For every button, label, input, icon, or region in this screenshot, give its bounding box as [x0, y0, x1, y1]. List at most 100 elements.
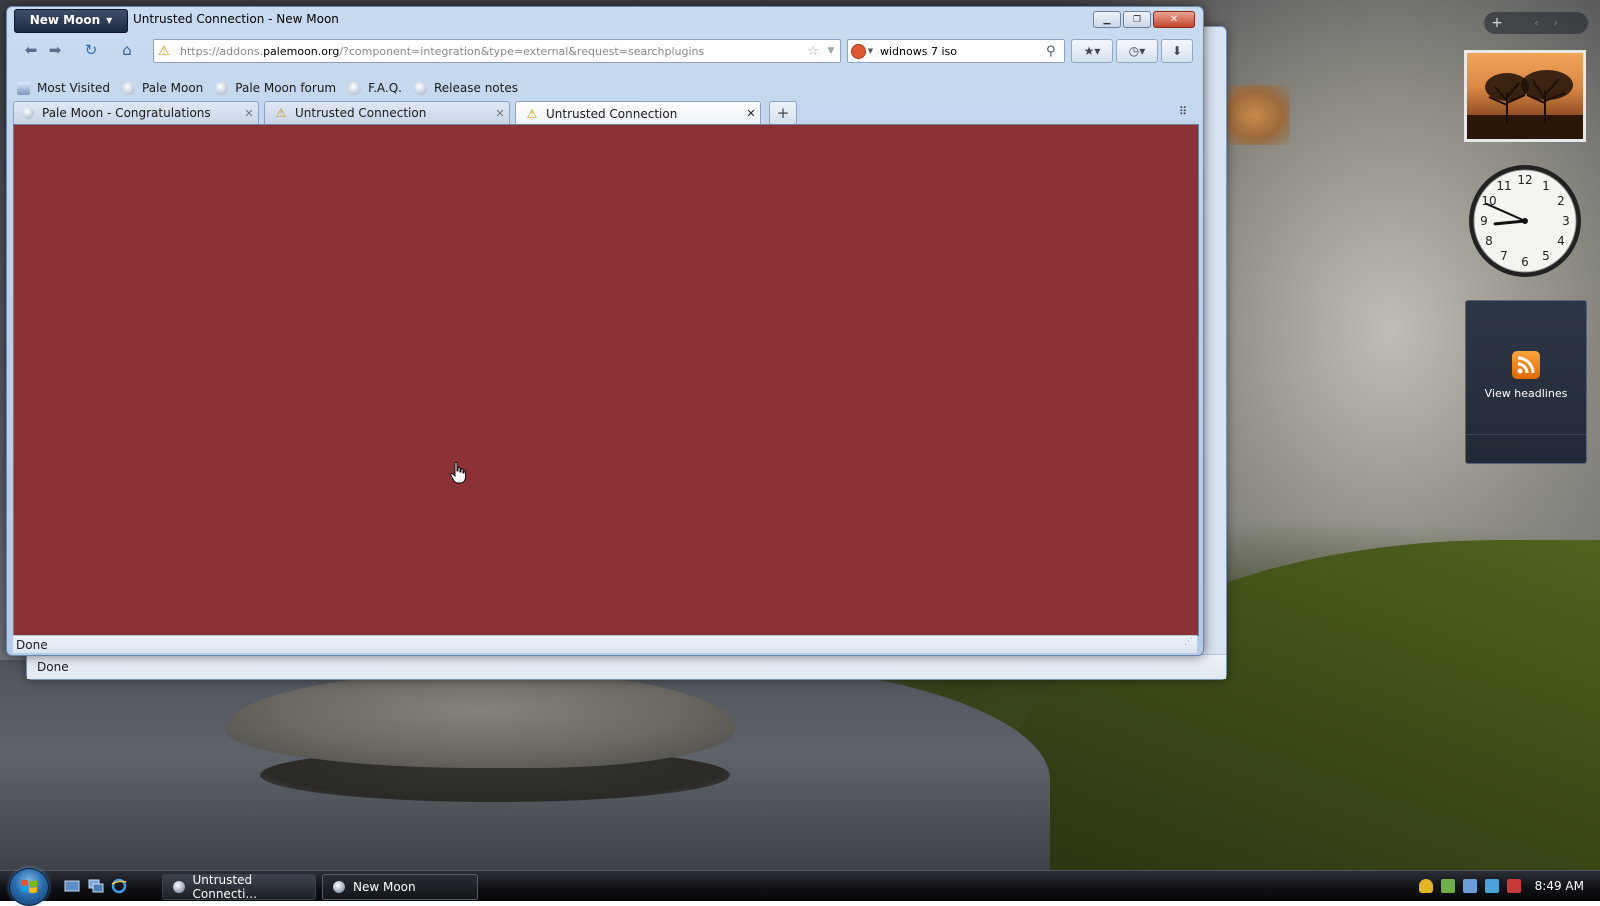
- bookmark-pale-moon-forum[interactable]: Pale Moon forum: [215, 81, 336, 95]
- browser-icon: [333, 881, 345, 893]
- taskbar-button-untrusted-connection[interactable]: Untrusted Connecti...: [162, 873, 316, 901]
- bookmarks-menu-button[interactable]: ★▾: [1071, 39, 1113, 63]
- globe-icon: [22, 107, 34, 119]
- tree-photo: [1467, 70, 1583, 139]
- svg-text:7: 7: [1500, 249, 1508, 263]
- search-input[interactable]: widnows 7 iso: [876, 45, 1046, 58]
- close-icon: ✕: [1169, 14, 1179, 25]
- globe-icon: [215, 81, 229, 95]
- svg-text:5: 5: [1542, 249, 1550, 263]
- bookmark-faq[interactable]: F.A.Q.: [348, 81, 402, 95]
- taskbar-button-label: Untrusted Connecti...: [192, 873, 257, 901]
- close-button[interactable]: ✕: [1153, 11, 1195, 28]
- taskbar: Untrusted Connecti... New Moon 8:49 AM: [0, 868, 1600, 906]
- search-icon[interactable]: ⚲: [1046, 44, 1064, 59]
- view-headlines-link[interactable]: View headlines: [1466, 387, 1586, 400]
- tab-untrusted-connection[interactable]: ⚠ Untrusted Connection ✕: [264, 101, 510, 124]
- slideshow-gadget[interactable]: [1464, 50, 1586, 142]
- svg-text:11: 11: [1496, 179, 1511, 193]
- network-icon[interactable]: [1462, 879, 1477, 893]
- minimize-button[interactable]: ▁: [1093, 11, 1121, 28]
- clock-gadget[interactable]: 12 1 2 345 678 9 10 11: [1466, 162, 1584, 280]
- caption-buttons: ▁ ❐ ✕: [1093, 11, 1195, 28]
- background-window-status: Done: [27, 654, 1226, 679]
- plus-icon: +: [776, 104, 790, 122]
- title-bar[interactable]: New Moon ▼ Untrusted Connection - New Moo…: [7, 7, 1203, 33]
- switch-windows-icon[interactable]: [88, 878, 104, 894]
- windows-update-icon[interactable]: [1440, 879, 1455, 893]
- browser-icon: [173, 881, 185, 893]
- hand-cursor-icon: [450, 462, 466, 484]
- taskbar-button-new-moon[interactable]: New Moon: [322, 874, 478, 900]
- status-bar: Done ⋰: [13, 635, 1197, 653]
- bookmark-pale-moon[interactable]: Pale Moon: [122, 81, 203, 95]
- url-domain: palemoon.org: [263, 44, 340, 58]
- back-arrow-icon: ⬅: [24, 41, 38, 59]
- analog-clock-icon: 12 12 345 678 91011: [1469, 165, 1581, 277]
- bookmark-star-icon[interactable]: ☆: [804, 44, 822, 59]
- reload-button[interactable]: ↻: [79, 39, 103, 61]
- url-text[interactable]: https://addons.palemoon.org/?component=i…: [180, 45, 804, 58]
- forward-arrow-icon: ➡: [48, 41, 62, 59]
- search-engine-selector[interactable]: ▼: [848, 43, 876, 59]
- svg-text:12: 12: [1517, 173, 1532, 187]
- svg-text:6: 6: [1521, 255, 1529, 269]
- history-button[interactable]: ◷▾: [1116, 39, 1158, 63]
- system-tray: 8:49 AM: [1418, 871, 1600, 901]
- bookmark-label: Release notes: [434, 81, 518, 95]
- bookmarks-toolbar: Most Visited Pale Moon Pale Moon forum F…: [17, 78, 1197, 98]
- tab-label: Untrusted Connection: [295, 106, 427, 120]
- resize-grip-icon[interactable]: ⋰: [1184, 633, 1193, 651]
- svg-text:2: 2: [1557, 194, 1565, 208]
- taskbar-clock[interactable]: 8:49 AM: [1535, 879, 1584, 893]
- tab-close-icon[interactable]: ✕: [491, 107, 509, 120]
- add-gadget-plus-icon[interactable]: +: [1484, 15, 1510, 31]
- duckduckgo-icon: [850, 43, 866, 59]
- svg-text:8: 8: [1485, 234, 1493, 248]
- app-menu-button[interactable]: New Moon ▼: [14, 9, 128, 33]
- home-button[interactable]: ⌂: [115, 39, 139, 61]
- url-path: /?component=integration&type=external&re…: [339, 44, 705, 58]
- url-prefix: https://addons.: [180, 44, 264, 58]
- download-arrow-icon: ⬇: [1171, 44, 1183, 58]
- tab-close-icon[interactable]: ✕: [240, 107, 258, 120]
- start-button[interactable]: [9, 868, 49, 906]
- search-bar[interactable]: ▼ widnows 7 iso ⚲: [847, 39, 1065, 63]
- bookmark-label: F.A.Q.: [368, 81, 402, 95]
- tab-untrusted-connection-active[interactable]: ⚠ Untrusted Connection ✕: [515, 101, 761, 125]
- svg-text:3: 3: [1562, 214, 1570, 228]
- status-text: Done: [16, 638, 48, 652]
- back-button[interactable]: ⬅: [19, 39, 43, 61]
- url-bar[interactable]: ⚠ https://addons.palemoon.org/?component…: [153, 39, 841, 63]
- volume-muted-icon[interactable]: [1506, 879, 1521, 893]
- window-title: Untrusted Connection - New Moon: [133, 12, 339, 26]
- feed-headlines-gadget[interactable]: View headlines: [1465, 300, 1587, 464]
- gadget-page-arrows-icon[interactable]: ‹ ›: [1510, 18, 1588, 29]
- maximize-button[interactable]: ❐: [1123, 11, 1151, 28]
- bookmark-most-visited[interactable]: Most Visited: [17, 81, 110, 95]
- windows-logo-icon: [21, 879, 37, 894]
- page-content-area[interactable]: [13, 124, 1199, 636]
- globe-icon: [122, 81, 136, 95]
- reload-icon: ↻: [84, 41, 98, 59]
- security-shield-icon[interactable]: [1418, 879, 1433, 893]
- internet-explorer-icon[interactable]: [111, 878, 127, 894]
- grid-icon: ⠿: [1178, 105, 1187, 118]
- tab-close-icon[interactable]: ✕: [742, 107, 760, 120]
- feed-gadget-footer: [1466, 434, 1586, 463]
- globe-icon: [348, 81, 362, 95]
- list-all-tabs-button[interactable]: ⠿: [1179, 105, 1187, 118]
- clock-history-icon: ◷▾: [1128, 44, 1146, 58]
- new-tab-button[interactable]: +: [769, 101, 797, 125]
- home-icon: ⌂: [122, 41, 132, 59]
- display-icon[interactable]: [1484, 879, 1499, 893]
- app-menu-label: New Moon: [29, 13, 101, 27]
- tab-pale-moon-congratulations[interactable]: Pale Moon - Congratulations ✕: [13, 101, 259, 124]
- downloads-button[interactable]: ⬇: [1161, 39, 1193, 63]
- browser-window[interactable]: New Moon ▼ Untrusted Connection - New Moo…: [6, 6, 1204, 656]
- show-desktop-icon[interactable]: [64, 878, 80, 894]
- forward-button[interactable]: ➡: [43, 39, 67, 61]
- bookmark-label: Pale Moon: [142, 81, 204, 95]
- history-dropdown-icon[interactable]: ▼: [822, 46, 840, 56]
- bookmark-release-notes[interactable]: Release notes: [414, 81, 518, 95]
